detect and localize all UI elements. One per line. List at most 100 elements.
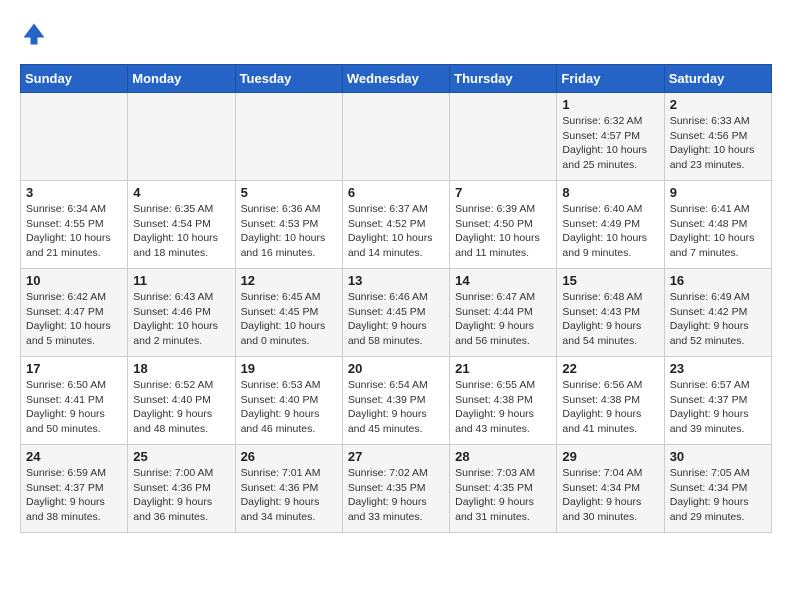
- week-row-3: 10 Sunrise: 6:42 AM Sunset: 4:47 PM Dayli…: [21, 269, 772, 357]
- day-info: Sunrise: 7:05 AM Sunset: 4:34 PM Dayligh…: [670, 466, 766, 525]
- day-number: 28: [455, 449, 551, 464]
- day-number: 14: [455, 273, 551, 288]
- day-cell: 10 Sunrise: 6:42 AM Sunset: 4:47 PM Dayli…: [21, 269, 128, 357]
- day-info: Sunrise: 6:42 AM Sunset: 4:47 PM Dayligh…: [26, 290, 122, 349]
- day-cell: 26 Sunrise: 7:01 AM Sunset: 4:36 PM Dayli…: [235, 445, 342, 533]
- day-number: 5: [241, 185, 337, 200]
- day-cell: 19Sunrise: 6:53 AM Sunset: 4:40 PM Dayli…: [235, 357, 342, 445]
- day-info: Sunrise: 6:52 AM Sunset: 4:40 PM Dayligh…: [133, 378, 229, 437]
- day-number: 24: [26, 449, 122, 464]
- day-cell: 20 Sunrise: 6:54 AM Sunset: 4:39 PM Dayli…: [342, 357, 449, 445]
- day-info: Sunrise: 6:48 AM Sunset: 4:43 PM Dayligh…: [562, 290, 658, 349]
- day-number: 6: [348, 185, 444, 200]
- day-cell: [235, 93, 342, 181]
- day-number: 27: [348, 449, 444, 464]
- header-cell-wednesday: Wednesday: [342, 65, 449, 93]
- day-number: 12: [241, 273, 337, 288]
- day-cell: 8 Sunrise: 6:40 AM Sunset: 4:49 PM Daylig…: [557, 181, 664, 269]
- week-row-5: 24 Sunrise: 6:59 AM Sunset: 4:37 PM Dayli…: [21, 445, 772, 533]
- day-info: Sunrise: 6:56 AM Sunset: 4:38 PM Dayligh…: [562, 378, 658, 437]
- day-cell: 13Sunrise: 6:46 AM Sunset: 4:45 PM Dayli…: [342, 269, 449, 357]
- day-info: Sunrise: 6:43 AM Sunset: 4:46 PM Dayligh…: [133, 290, 229, 349]
- day-cell: 5 Sunrise: 6:36 AM Sunset: 4:53 PM Daylig…: [235, 181, 342, 269]
- day-cell: 21Sunrise: 6:55 AM Sunset: 4:38 PM Dayli…: [450, 357, 557, 445]
- day-cell: 30 Sunrise: 7:05 AM Sunset: 4:34 PM Dayli…: [664, 445, 771, 533]
- week-row-1: 1 Sunrise: 6:32 AM Sunset: 4:57 PM Daylig…: [21, 93, 772, 181]
- day-number: 20: [348, 361, 444, 376]
- day-cell: 14 Sunrise: 6:47 AM Sunset: 4:44 PM Dayli…: [450, 269, 557, 357]
- day-cell: 27 Sunrise: 7:02 AM Sunset: 4:35 PM Dayli…: [342, 445, 449, 533]
- day-number: 29: [562, 449, 658, 464]
- day-number: 4: [133, 185, 229, 200]
- day-cell: 1 Sunrise: 6:32 AM Sunset: 4:57 PM Daylig…: [557, 93, 664, 181]
- day-cell: 28 Sunrise: 7:03 AM Sunset: 4:35 PM Dayli…: [450, 445, 557, 533]
- day-number: 30: [670, 449, 766, 464]
- day-number: 17: [26, 361, 122, 376]
- day-info: Sunrise: 6:32 AM Sunset: 4:57 PM Dayligh…: [562, 114, 658, 173]
- day-info: Sunrise: 6:54 AM Sunset: 4:39 PM Dayligh…: [348, 378, 444, 437]
- day-info: Sunrise: 6:55 AM Sunset: 4:38 PM Dayligh…: [455, 378, 551, 437]
- day-cell: 22 Sunrise: 6:56 AM Sunset: 4:38 PM Dayli…: [557, 357, 664, 445]
- day-cell: 12 Sunrise: 6:45 AM Sunset: 4:45 PM Dayli…: [235, 269, 342, 357]
- week-row-4: 17 Sunrise: 6:50 AM Sunset: 4:41 PM Dayli…: [21, 357, 772, 445]
- day-number: 2: [670, 97, 766, 112]
- week-row-2: 3 Sunrise: 6:34 AM Sunset: 4:55 PM Daylig…: [21, 181, 772, 269]
- day-cell: 23 Sunrise: 6:57 AM Sunset: 4:37 PM Dayli…: [664, 357, 771, 445]
- day-cell: 6 Sunrise: 6:37 AM Sunset: 4:52 PM Daylig…: [342, 181, 449, 269]
- day-number: 15: [562, 273, 658, 288]
- day-info: Sunrise: 7:03 AM Sunset: 4:35 PM Dayligh…: [455, 466, 551, 525]
- header-cell-tuesday: Tuesday: [235, 65, 342, 93]
- day-cell: 17 Sunrise: 6:50 AM Sunset: 4:41 PM Dayli…: [21, 357, 128, 445]
- day-cell: 9 Sunrise: 6:41 AM Sunset: 4:48 PM Daylig…: [664, 181, 771, 269]
- header-cell-thursday: Thursday: [450, 65, 557, 93]
- day-info: Sunrise: 6:36 AM Sunset: 4:53 PM Dayligh…: [241, 202, 337, 261]
- day-info: Sunrise: 7:01 AM Sunset: 4:36 PM Dayligh…: [241, 466, 337, 525]
- day-number: 10: [26, 273, 122, 288]
- day-info: Sunrise: 7:02 AM Sunset: 4:35 PM Dayligh…: [348, 466, 444, 525]
- day-info: Sunrise: 6:37 AM Sunset: 4:52 PM Dayligh…: [348, 202, 444, 261]
- day-cell: [128, 93, 235, 181]
- day-info: Sunrise: 6:40 AM Sunset: 4:49 PM Dayligh…: [562, 202, 658, 261]
- day-info: Sunrise: 6:39 AM Sunset: 4:50 PM Dayligh…: [455, 202, 551, 261]
- day-info: Sunrise: 6:59 AM Sunset: 4:37 PM Dayligh…: [26, 466, 122, 525]
- calendar-header: SundayMondayTuesdayWednesdayThursdayFrid…: [21, 65, 772, 93]
- day-cell: 25Sunrise: 7:00 AM Sunset: 4:36 PM Dayli…: [128, 445, 235, 533]
- day-number: 23: [670, 361, 766, 376]
- day-number: 9: [670, 185, 766, 200]
- day-cell: 29 Sunrise: 7:04 AM Sunset: 4:34 PM Dayli…: [557, 445, 664, 533]
- day-number: 13: [348, 273, 444, 288]
- day-number: 22: [562, 361, 658, 376]
- day-info: Sunrise: 6:41 AM Sunset: 4:48 PM Dayligh…: [670, 202, 766, 261]
- day-info: Sunrise: 6:34 AM Sunset: 4:55 PM Dayligh…: [26, 202, 122, 261]
- day-number: 7: [455, 185, 551, 200]
- header-cell-monday: Monday: [128, 65, 235, 93]
- header-cell-sunday: Sunday: [21, 65, 128, 93]
- day-number: 3: [26, 185, 122, 200]
- day-cell: 11 Sunrise: 6:43 AM Sunset: 4:46 PM Dayli…: [128, 269, 235, 357]
- header-cell-friday: Friday: [557, 65, 664, 93]
- day-info: Sunrise: 6:35 AM Sunset: 4:54 PM Dayligh…: [133, 202, 229, 261]
- day-info: Sunrise: 6:49 AM Sunset: 4:42 PM Dayligh…: [670, 290, 766, 349]
- header-row: SundayMondayTuesdayWednesdayThursdayFrid…: [21, 65, 772, 93]
- day-info: Sunrise: 6:53 AM Sunset: 4:40 PM Dayligh…: [241, 378, 337, 437]
- day-cell: 7 Sunrise: 6:39 AM Sunset: 4:50 PM Daylig…: [450, 181, 557, 269]
- day-number: 8: [562, 185, 658, 200]
- day-info: Sunrise: 6:33 AM Sunset: 4:56 PM Dayligh…: [670, 114, 766, 173]
- day-cell: 4 Sunrise: 6:35 AM Sunset: 4:54 PM Daylig…: [128, 181, 235, 269]
- day-cell: 16 Sunrise: 6:49 AM Sunset: 4:42 PM Dayli…: [664, 269, 771, 357]
- day-cell: [21, 93, 128, 181]
- day-number: 25: [133, 449, 229, 464]
- day-info: Sunrise: 6:57 AM Sunset: 4:37 PM Dayligh…: [670, 378, 766, 437]
- day-cell: [450, 93, 557, 181]
- day-cell: [342, 93, 449, 181]
- day-info: Sunrise: 7:04 AM Sunset: 4:34 PM Dayligh…: [562, 466, 658, 525]
- header-cell-saturday: Saturday: [664, 65, 771, 93]
- logo-icon: [20, 20, 48, 48]
- day-info: Sunrise: 6:50 AM Sunset: 4:41 PM Dayligh…: [26, 378, 122, 437]
- day-number: 1: [562, 97, 658, 112]
- day-number: 26: [241, 449, 337, 464]
- day-number: 16: [670, 273, 766, 288]
- day-info: Sunrise: 6:45 AM Sunset: 4:45 PM Dayligh…: [241, 290, 337, 349]
- day-number: 11: [133, 273, 229, 288]
- day-info: Sunrise: 6:47 AM Sunset: 4:44 PM Dayligh…: [455, 290, 551, 349]
